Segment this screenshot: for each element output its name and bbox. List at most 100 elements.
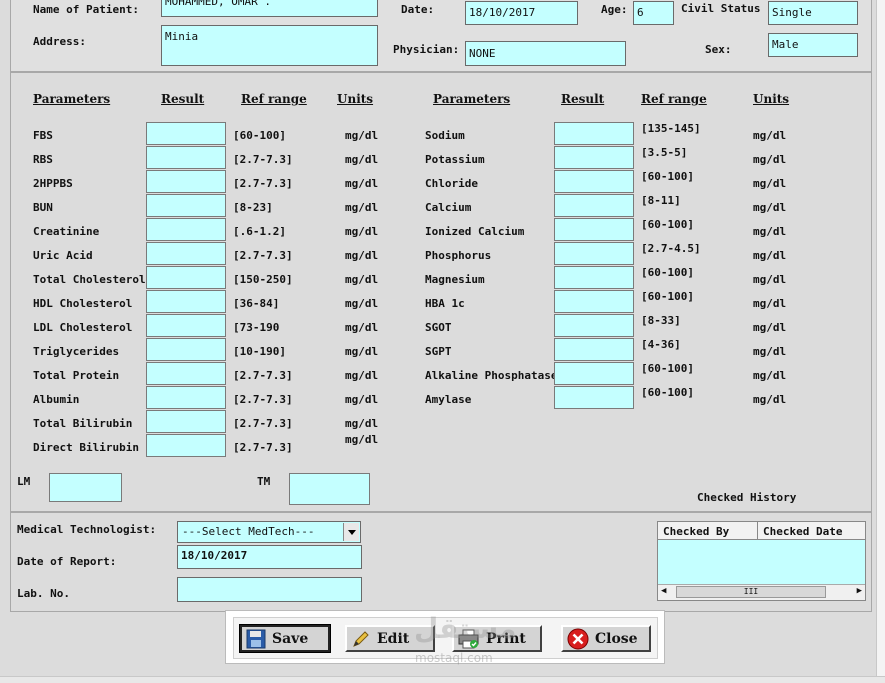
age-field[interactable]: 6: [633, 1, 674, 25]
ref-range: [150-250]: [233, 273, 293, 286]
test-name: HBA 1c: [425, 297, 465, 310]
test-name: RBS: [33, 153, 53, 166]
result-input-bun[interactable]: [146, 194, 226, 217]
horizontal-scrollbar[interactable]: ◀ III ▶: [658, 584, 865, 600]
watermark-arabic: مستقل: [414, 612, 517, 645]
test-name: Albumin: [33, 393, 80, 406]
civil-status-label: Civil Status: [681, 2, 761, 15]
ref-range: [73-190: [233, 321, 280, 334]
result-input-alkaline-phosphatase[interactable]: [554, 362, 634, 385]
watermark-latin: mostaql.com: [415, 651, 493, 665]
scroll-thumb[interactable]: III: [676, 586, 826, 598]
date-field[interactable]: 18/10/2017: [465, 1, 578, 25]
address-field[interactable]: Minia: [161, 25, 378, 66]
result-input-chloride[interactable]: [554, 170, 634, 193]
ref-range: [8-11]: [641, 194, 681, 207]
checked-history-grid[interactable]: Checked By Checked Date ◀ III ▶: [657, 521, 866, 601]
test-name: 2HPPBS: [33, 177, 73, 190]
checked-date-column-header[interactable]: Checked Date: [758, 522, 865, 540]
result-input-sgpt[interactable]: [554, 338, 634, 361]
physician-field[interactable]: NONE: [465, 41, 626, 66]
result-input-potassium[interactable]: [554, 146, 634, 169]
result-input-ldl-cholesterol[interactable]: [146, 314, 226, 337]
report-date-label: Date of Report:: [17, 555, 117, 568]
test-name: SGOT: [425, 321, 452, 334]
result-input-total-cholesterol[interactable]: [146, 266, 226, 289]
unit: mg/dl: [753, 297, 787, 310]
checked-by-column-header[interactable]: Checked By: [658, 522, 758, 540]
unit: mg/dl: [345, 417, 379, 430]
sex-label: Sex:: [705, 43, 732, 56]
result-input-phosphorus[interactable]: [554, 242, 634, 265]
tm-input[interactable]: [289, 473, 370, 505]
unit: mg/dl: [753, 273, 787, 286]
test-name: Alkaline Phosphatase: [425, 369, 558, 382]
sex-field[interactable]: Male: [768, 33, 858, 57]
medtech-label: Medical Technologist:: [17, 523, 157, 536]
unit: mg/dl: [753, 321, 787, 334]
unit: mg/dl: [345, 345, 379, 358]
test-name: SGPT: [425, 345, 452, 358]
result-input-ionized-calcium[interactable]: [554, 218, 634, 241]
result-input-calcium[interactable]: [554, 194, 634, 217]
left-ref-range-header: Ref range: [241, 92, 307, 106]
ref-range: [60-100]: [641, 362, 694, 375]
scroll-right-icon[interactable]: ▶: [857, 586, 862, 596]
patient-name-label: Name of Patient:: [33, 3, 139, 16]
medtech-select[interactable]: ---Select MedTech---: [177, 521, 361, 543]
left-parameters-header: Parameters: [33, 92, 111, 106]
unit: mg/dl: [753, 225, 787, 238]
report-date-field[interactable]: 18/10/2017: [177, 545, 362, 569]
ref-range: [8-23]: [233, 201, 273, 214]
address-label: Address:: [33, 35, 86, 48]
result-input-sodium[interactable]: [554, 122, 634, 145]
unit: mg/dl: [345, 129, 379, 142]
result-input-total-protein[interactable]: [146, 362, 226, 385]
test-name: Direct Bilirubin: [33, 441, 139, 454]
ref-range: [2.7-4.5]: [641, 242, 701, 255]
unit: mg/dl: [753, 177, 787, 190]
close-button-label: Close: [595, 630, 638, 647]
unit: mg/dl: [753, 369, 787, 382]
medtech-selected-value: ---Select MedTech---: [182, 525, 315, 538]
result-input-2hppbs[interactable]: [146, 170, 226, 193]
tm-label: TM: [257, 475, 271, 488]
edit-button-label: Edit: [377, 630, 410, 647]
result-input-hdl-cholesterol[interactable]: [146, 290, 226, 313]
save-button[interactable]: Save: [239, 624, 331, 653]
result-input-albumin[interactable]: [146, 386, 226, 409]
result-input-creatinine[interactable]: [146, 218, 226, 241]
test-name: Amylase: [425, 393, 472, 406]
test-name: HDL Cholesterol: [33, 297, 133, 310]
unit: mg/dl: [753, 201, 787, 214]
ref-range: [2.7-7.3]: [233, 153, 293, 166]
ref-range: [2.7-7.3]: [233, 417, 293, 430]
right-parameters-header: Parameters: [433, 92, 511, 106]
civil-status-field[interactable]: Single: [768, 1, 858, 25]
result-input-fbs[interactable]: [146, 122, 226, 145]
close-button[interactable]: Close: [561, 625, 651, 652]
result-input-amylase[interactable]: [554, 386, 634, 409]
result-input-magnesium[interactable]: [554, 266, 634, 289]
lm-input[interactable]: [49, 473, 122, 502]
dropdown-arrow-icon[interactable]: [343, 523, 359, 541]
ref-range: [135-145]: [641, 122, 701, 135]
result-input-direct-bilirubin[interactable]: [146, 434, 226, 457]
result-input-uric-acid[interactable]: [146, 242, 226, 265]
patient-name-field[interactable]: MOHAMMED, OMAR .: [161, 0, 378, 17]
age-label: Age:: [601, 3, 628, 16]
lab-no-field[interactable]: [177, 577, 362, 602]
result-input-rbs[interactable]: [146, 146, 226, 169]
unit: mg/dl: [345, 393, 379, 406]
test-name: Total Bilirubin: [33, 417, 133, 430]
ref-range: [2.7-7.3]: [233, 369, 293, 382]
scroll-left-icon[interactable]: ◀: [661, 586, 666, 596]
ref-range: [36-84]: [233, 297, 280, 310]
test-name: Ionized Calcium: [425, 225, 525, 238]
result-input-triglycerides[interactable]: [146, 338, 226, 361]
result-input-sgot[interactable]: [554, 314, 634, 337]
ref-range: [4-36]: [641, 338, 681, 351]
result-input-hba1c[interactable]: [554, 290, 634, 313]
result-input-total-bilirubin[interactable]: [146, 410, 226, 433]
checked-history-label: Checked History: [697, 491, 797, 504]
